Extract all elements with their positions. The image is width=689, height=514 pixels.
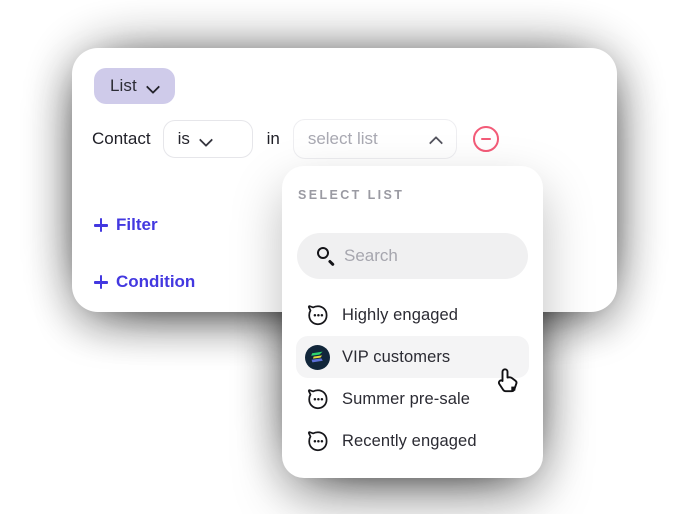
list-option-label: Highly engaged [342, 305, 459, 324]
list-options: Highly engaged VIP customers Summer pre-sa… [282, 294, 543, 462]
condition-subject-label: Contact [92, 129, 151, 148]
add-condition-label: Condition [116, 272, 196, 291]
group-type-label: List [110, 76, 137, 95]
list-option-0[interactable]: Highly engaged [296, 294, 529, 336]
chat-face-icon [305, 303, 330, 328]
search-box[interactable] [297, 233, 528, 279]
chevron-down-icon [147, 82, 161, 91]
add-condition-button[interactable]: Condition [94, 272, 195, 292]
brand-logo-icon [305, 344, 330, 370]
add-filter-button[interactable]: Filter [94, 215, 158, 235]
list-option-2[interactable]: Summer pre-sale [296, 378, 529, 420]
screenshot-stage: List Contact is in select list Filter Co… [0, 0, 689, 514]
group-type-pill[interactable]: List [94, 68, 175, 104]
select-list-placeholder: select list [307, 129, 378, 148]
plus-icon [94, 218, 108, 232]
list-option-label: VIP customers [342, 347, 451, 366]
chevron-down-icon [200, 135, 214, 144]
remove-condition-button[interactable] [472, 126, 499, 152]
circle-minus-icon [480, 138, 491, 140]
search-input[interactable] [344, 246, 514, 266]
condition-operator-value: is [177, 129, 190, 148]
chat-face-icon [305, 387, 330, 412]
list-option-1[interactable]: VIP customers [296, 336, 529, 378]
dropdown-title: SELECT LIST [298, 188, 405, 202]
condition-row: Contact is in select list [92, 119, 499, 159]
condition-operator-select[interactable]: is [162, 120, 253, 158]
chevron-up-icon [430, 135, 444, 144]
list-option-label: Recently engaged [342, 431, 477, 450]
add-filter-label: Filter [116, 215, 158, 234]
list-option-3[interactable]: Recently engaged [296, 420, 529, 462]
select-list-trigger[interactable]: select list [292, 119, 457, 159]
chat-face-icon [305, 429, 330, 454]
search-icon [317, 246, 336, 266]
plus-icon [94, 275, 108, 289]
condition-joiner-label: in [266, 129, 280, 148]
list-option-label: Summer pre-sale [342, 389, 471, 408]
select-list-dropdown: SELECT LIST Highly engaged VIP customers S… [282, 166, 543, 478]
